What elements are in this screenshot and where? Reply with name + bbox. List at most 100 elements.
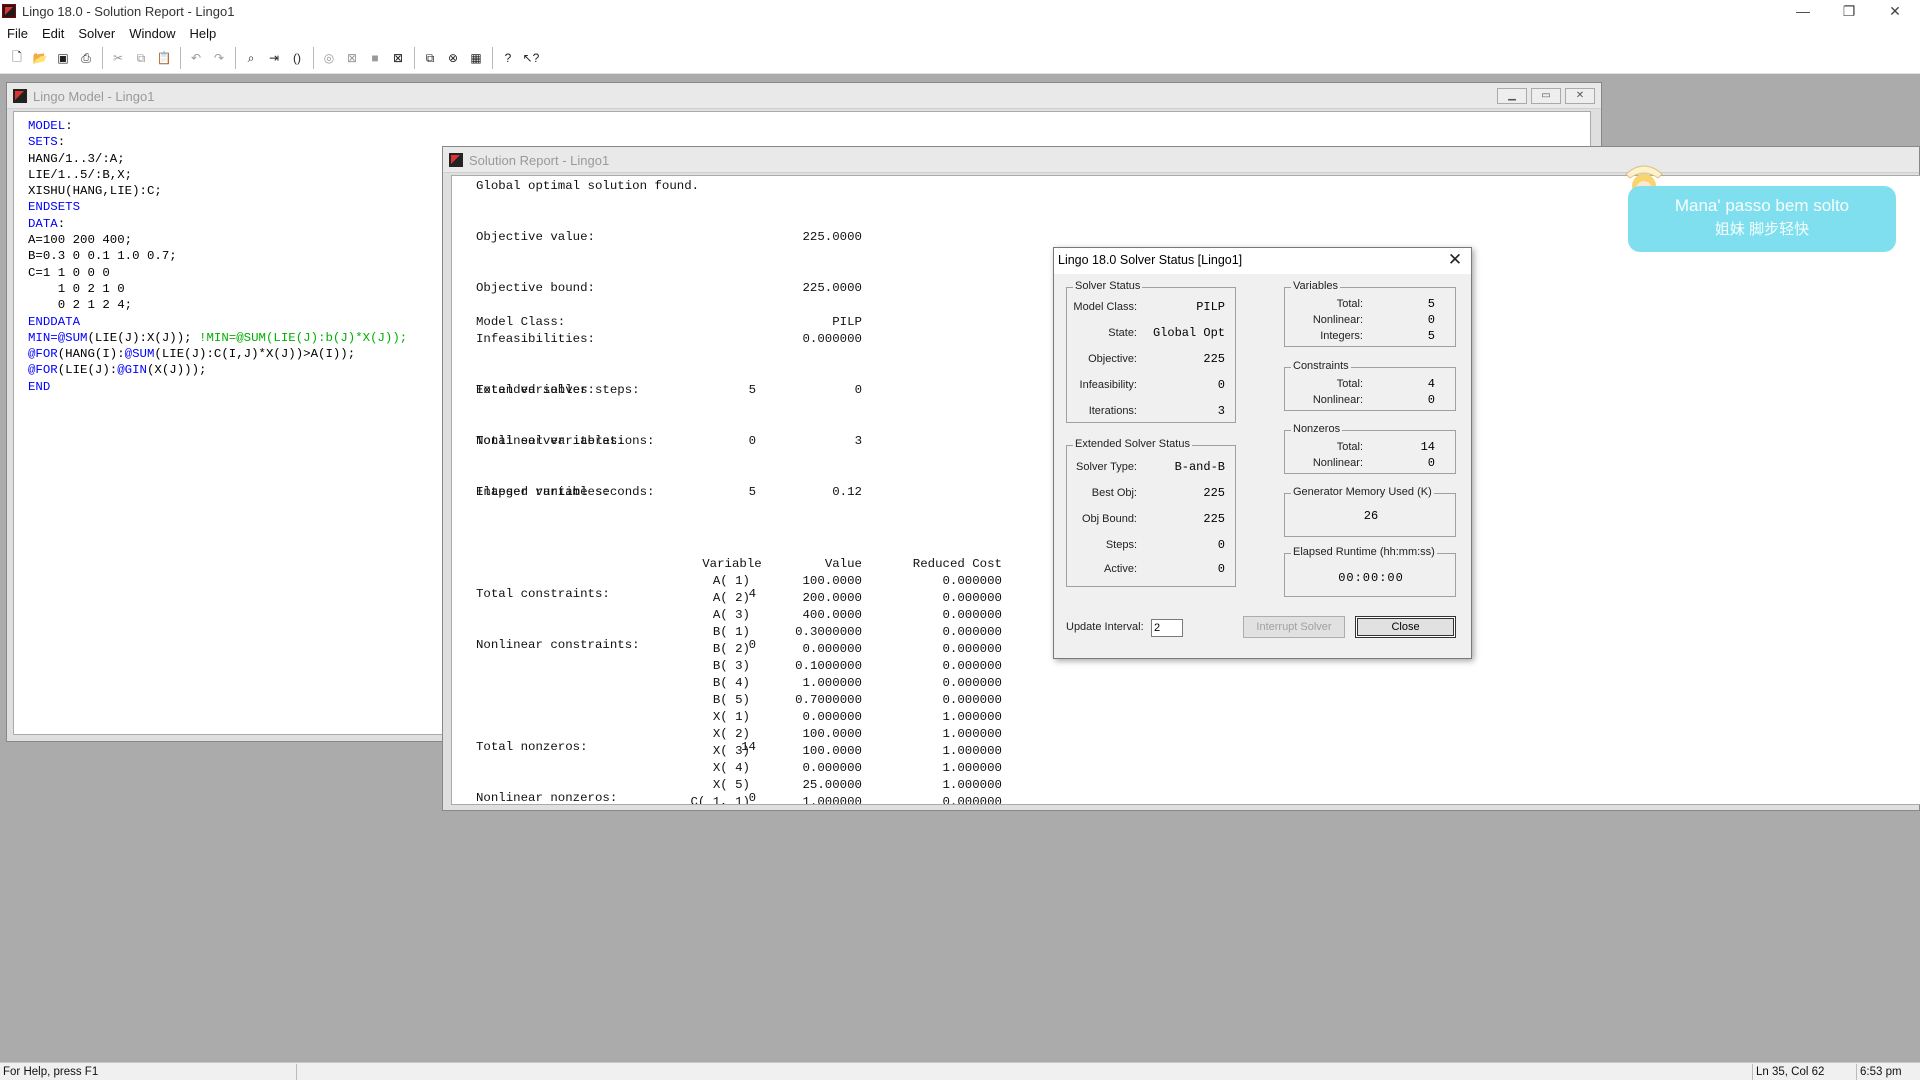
code-line[interactable]: @FOR(LIE(J):@GIN(X(J))); [28,362,407,378]
group-title: Solver Status [1073,280,1143,292]
field-label: Total: [1336,378,1363,390]
active-value: 0 [1217,562,1225,576]
variable-name: B( 4) [712,676,750,690]
goto-line-icon[interactable]: ⇥ [263,47,285,69]
print-icon[interactable]: ⎙ [75,47,97,69]
cut-icon[interactable]: ✂ [107,47,129,69]
dialog-title-bar[interactable]: Lingo 18.0 Solver Status [Lingo1] ✕ [1054,248,1471,274]
group-title: Variables [1291,280,1341,292]
group-title: Nonzeros [1291,423,1343,435]
code-token: HANG/1..3/:A; [28,151,125,166]
code-token: : [65,119,73,133]
code-line[interactable]: DATA: [28,216,407,232]
count-label: Nonlinear constraints: [476,638,640,652]
stat-label: Objective bound: [476,281,595,295]
model-class-value: PILP [1196,300,1225,314]
model-window-title-bar[interactable]: Lingo Model - Lingo1 ▁ ▭ ✕ [7,83,1601,109]
report-window-title-bar[interactable]: Solution Report - Lingo1 [443,147,1919,173]
code-line[interactable]: END [28,379,407,395]
lyric-line-1: Mana' passo bem solto [1674,196,1850,215]
save-icon[interactable]: ▣ [52,47,74,69]
field-label: Solver Type: [1076,461,1137,473]
model-code[interactable]: MODEL: SETS: HANG/1..3/:A; LIE/1..5/:B,X; XI… [28,118,407,395]
variable-name: A( 1) [712,574,750,588]
menu-window[interactable]: Window [122,24,182,44]
lingo-doc-icon [13,89,27,103]
solver-status-group: Solver Status Model Class: PILP State: G… [1066,280,1236,423]
code-line[interactable]: ENDSETS [28,199,407,215]
menu-bar: File Edit Solver Window Help [0,24,1920,44]
menu-file[interactable]: File [0,24,35,44]
redo-icon[interactable]: ↷ [208,47,230,69]
code-line[interactable]: MIN=@SUM(LIE(J):X(J)); !MIN=@SUM(LIE(J):… [28,330,407,346]
variables-group: Variables Total: 5 Nonlinear: 0 Integers… [1284,280,1456,347]
close-all-icon[interactable]: ⊗ [442,47,464,69]
paste-icon[interactable]: 📋 [153,47,175,69]
count-label: Nonlinear variables: [476,434,625,448]
code-line[interactable]: XISHU(HANG,LIE):C; [28,183,407,199]
close-dialog-button[interactable]: Close [1355,616,1456,638]
look-icon[interactable]: ■ [364,47,386,69]
field-label: Nonlinear: [1312,394,1363,406]
code-line[interactable]: B=0.3 0 0.1 1.0 0.7; [28,248,407,264]
iterations-value: 3 [1217,404,1225,418]
lingo-app-icon[interactable] [2,4,16,18]
context-help-icon[interactable]: ↖? [520,47,542,69]
tile-icon[interactable]: ▦ [465,47,487,69]
variable-value: 100.0000 [802,744,863,758]
obj-bound-value: 225 [1203,512,1225,526]
undo-icon[interactable]: ↶ [185,47,207,69]
find-icon[interactable]: ⌕ [240,47,262,69]
variable-name: B( 3) [712,659,750,673]
steps-value: 0 [1217,538,1225,552]
close-button[interactable]: ✕ [1872,0,1918,24]
interrupt-solver-button[interactable]: Interrupt Solver [1243,616,1345,638]
send-to-back-icon[interactable]: ⧉ [419,47,441,69]
extended-solver-status-group: Extended Solver Status Solver Type: B-an… [1066,438,1236,587]
code-token: 1 0 2 1 0 [28,281,125,296]
solve-icon[interactable]: ◎ [318,47,340,69]
code-line[interactable]: LIE/1..5/:B,X; [28,167,407,183]
help-icon[interactable]: ? [497,47,519,69]
count-value: 0 [748,434,756,448]
restore-button[interactable]: ❐ [1826,0,1872,24]
open-icon[interactable]: 📂 [29,47,51,69]
status-spacer [296,1064,1752,1080]
code-line[interactable]: HANG/1..3/:A; [28,151,407,167]
menu-help[interactable]: Help [182,24,223,44]
menu-edit[interactable]: Edit [35,24,71,44]
code-token: @GIN [117,363,147,378]
new-icon[interactable]: 🗋 [6,47,28,69]
field-label: State: [1108,327,1137,339]
solver-status-dialog[interactable]: Lingo 18.0 Solver Status [Lingo1] ✕ Solv… [1053,247,1472,659]
code-line[interactable]: SETS: [28,134,407,150]
field-label: Nonlinear: [1312,457,1363,469]
toolbar-separator [102,47,103,69]
status-help-text: For Help, press F1 [3,1066,99,1078]
match-paren-icon[interactable]: () [286,47,308,69]
variable-name: X( 5) [712,778,750,792]
code-line[interactable]: @FOR(HANG(I):@SUM(LIE(J):C(I,J)*X(J))>A(… [28,346,407,362]
code-line[interactable]: 0 2 1 2 4; [28,297,407,313]
model-maximize-button[interactable]: ▭ [1531,88,1561,104]
code-line[interactable]: ENDDATA [28,314,407,330]
update-interval-input[interactable]: 2 [1151,619,1183,637]
code-line[interactable]: 1 0 2 1 0 [28,281,407,297]
count-label: Total nonzeros: [476,740,588,754]
menu-solver[interactable]: Solver [71,24,122,44]
dialog-close-icon[interactable]: ✕ [1445,250,1465,270]
copy-icon[interactable]: ⧉ [130,47,152,69]
model-minimize-button[interactable]: ▁ [1497,88,1527,104]
code-line[interactable]: C=1 1 0 0 0 [28,265,407,281]
model-close-button[interactable]: ✕ [1565,88,1595,104]
minimize-button[interactable]: — [1780,0,1826,24]
variable-reduced-cost: 0.000000 [942,693,1003,707]
code-line[interactable]: A=100 200 400; [28,232,407,248]
solution-icon[interactable]: ⊠ [341,47,363,69]
code-line[interactable]: MODEL: [28,118,407,134]
variable-value: 0.000000 [802,710,863,724]
model-class-label: Model Class: [476,315,566,329]
variable-reduced-cost: 0.000000 [942,659,1003,673]
code-token: (HANG(I): [57,347,125,362]
options-icon[interactable]: ⊠ [387,47,409,69]
